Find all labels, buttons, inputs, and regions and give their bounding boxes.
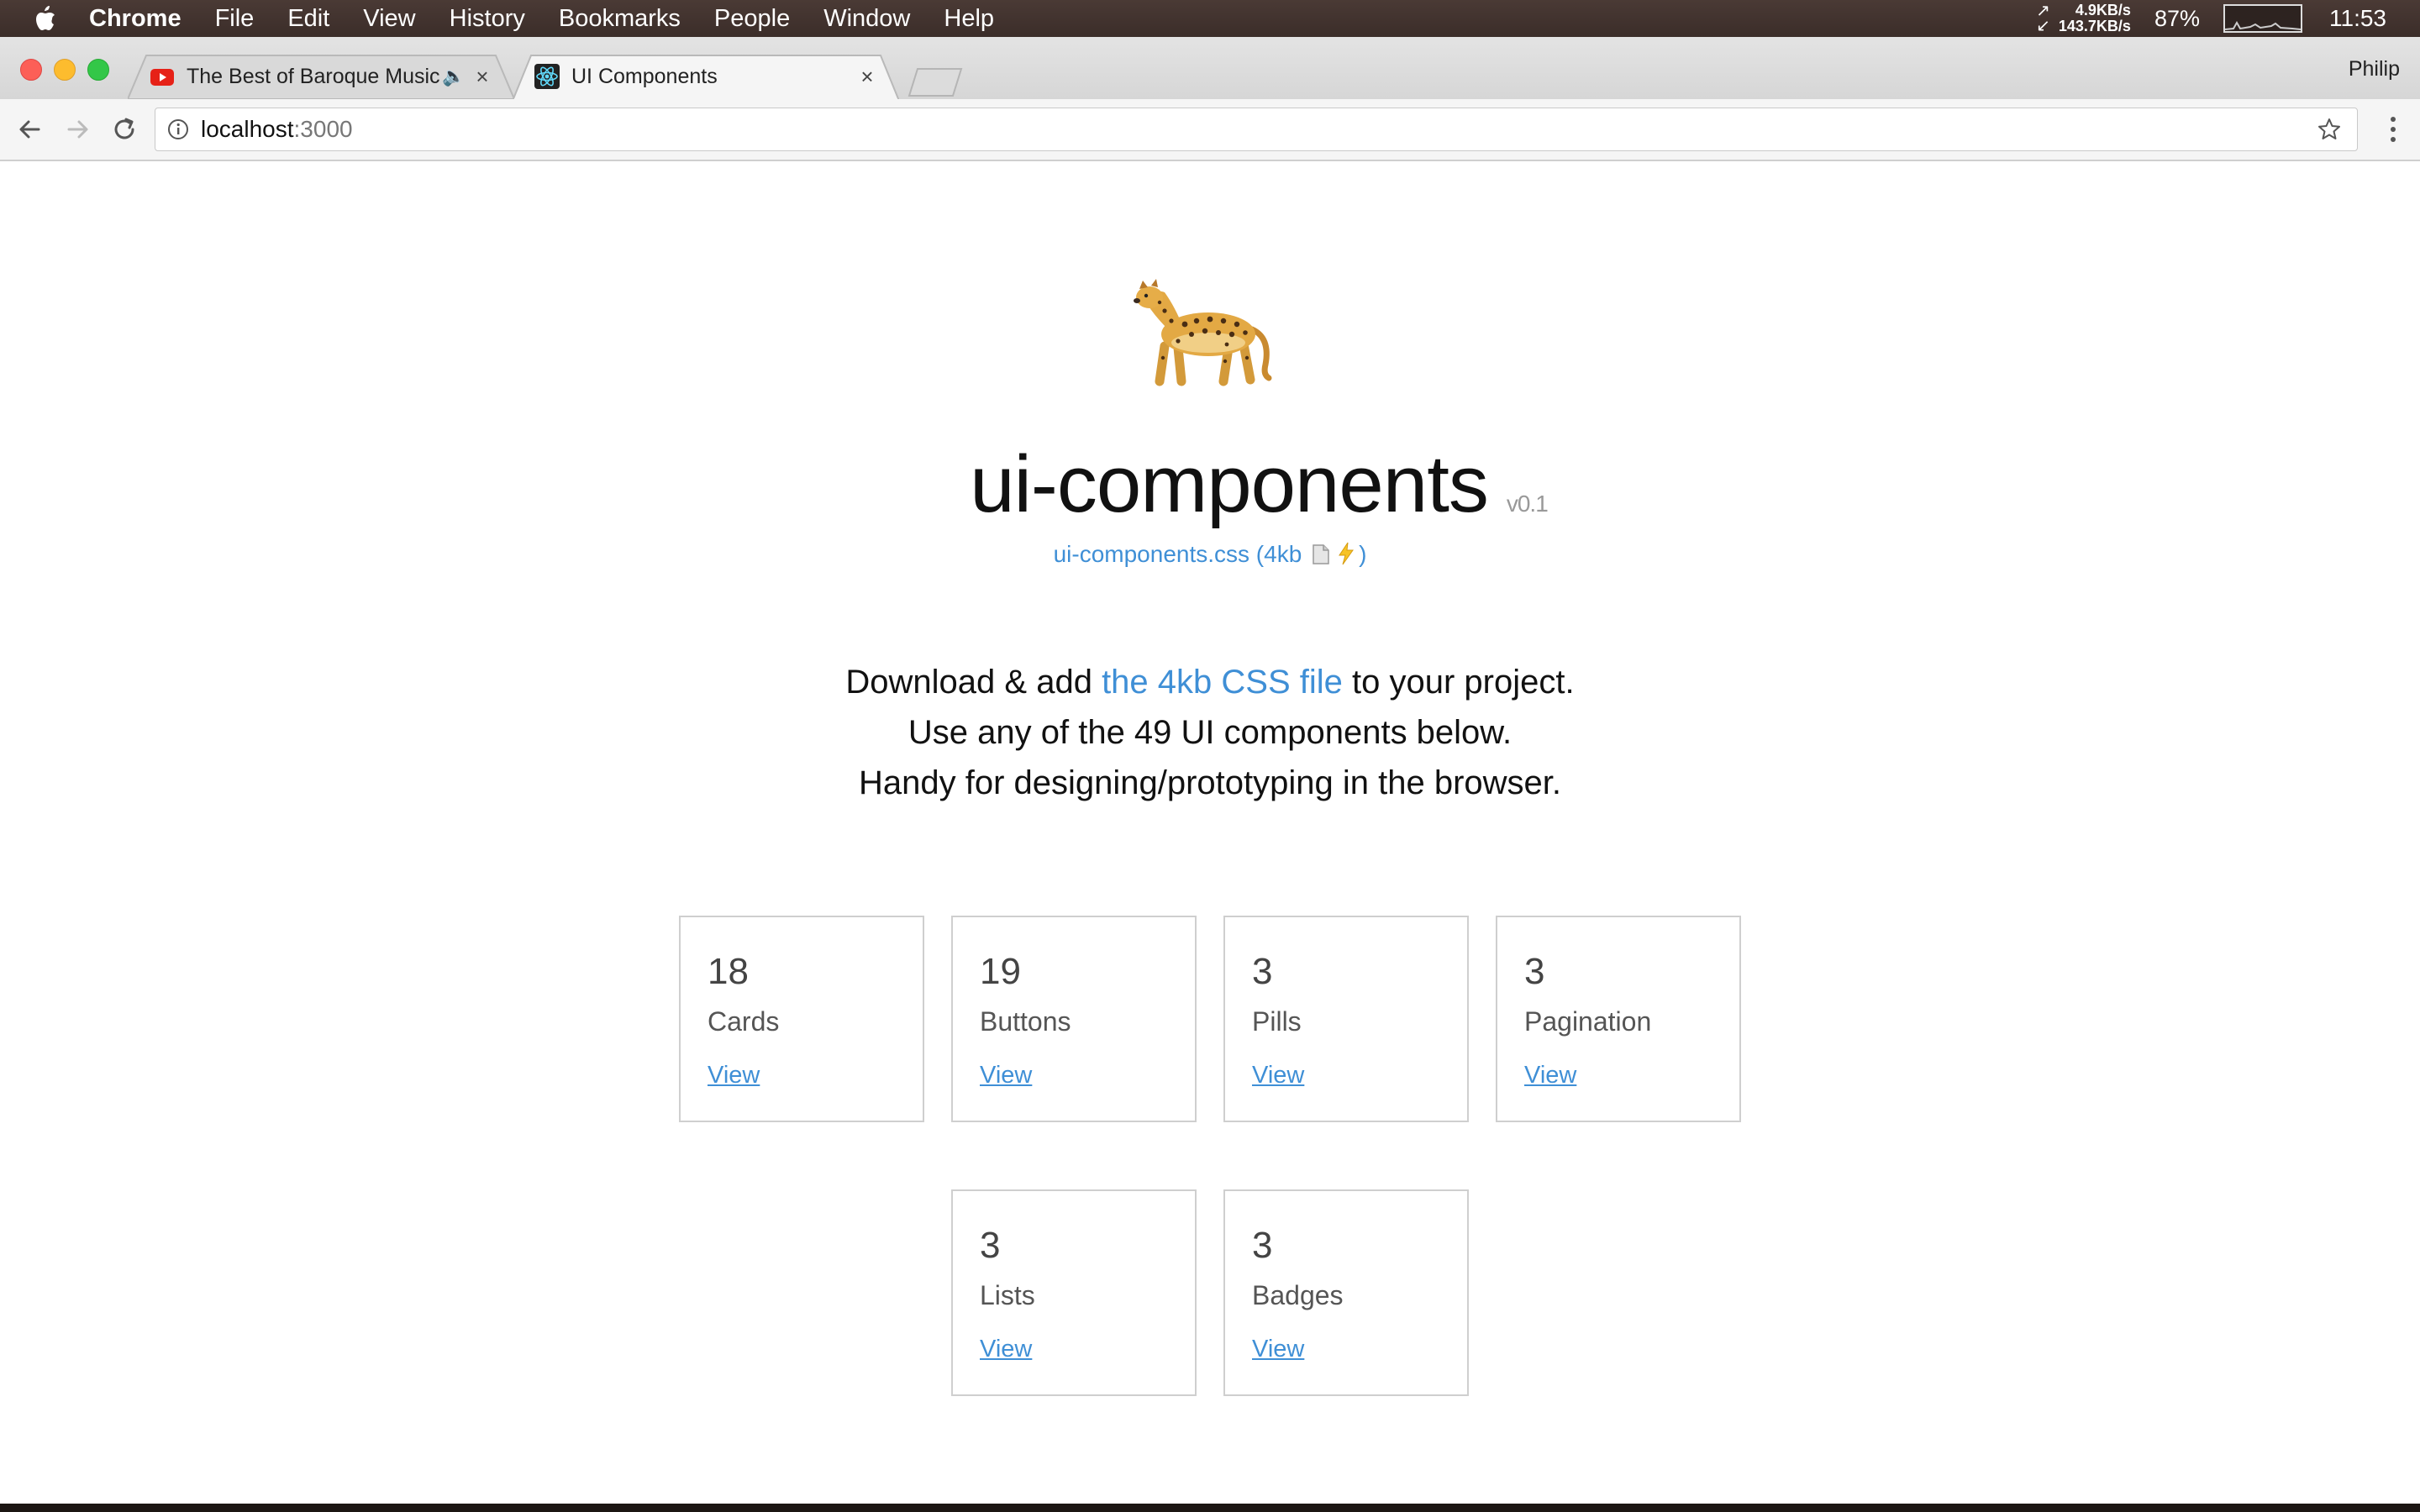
intro-text-after-link: to your project. — [1342, 664, 1575, 701]
card-count: 3 — [1252, 1225, 1273, 1266]
url-host: localhost — [201, 116, 294, 142]
card-count: 18 — [708, 951, 749, 992]
card-count: 3 — [1524, 951, 1545, 992]
minimize-window-button[interactable] — [54, 59, 76, 81]
component-card-cards: 18 Cards View — [679, 916, 924, 1122]
menu-window[interactable]: Window — [823, 5, 910, 33]
card-view-link[interactable]: View — [980, 1062, 1032, 1089]
close-tab-icon[interactable]: × — [855, 64, 879, 90]
card-count: 3 — [980, 1225, 1001, 1266]
card-label: Buttons — [980, 1006, 1071, 1037]
page-content: ui-components v0.1 ui-components.css (4kb… — [0, 161, 2420, 1504]
zoom-window-button[interactable] — [87, 59, 109, 81]
menu-edit[interactable]: Edit — [287, 5, 329, 33]
card-view-link[interactable]: View — [980, 1336, 1032, 1363]
back-arrow-icon[interactable] — [13, 113, 47, 146]
menu-file[interactable]: File — [215, 5, 255, 33]
lightning-icon — [1337, 542, 1355, 571]
net-download-speed: 143.7KB/s — [2058, 18, 2131, 34]
intro-text-before-link: Download & add — [845, 664, 1102, 701]
browser-toolbar: localhost:3000 — [0, 99, 2420, 161]
tab-baroque-music[interactable]: The Best of Baroque Music 🔈 × — [128, 54, 514, 99]
leopard-icon — [1134, 279, 1272, 386]
card-view-link[interactable]: View — [1252, 1062, 1304, 1089]
bookmark-star-icon[interactable] — [2317, 117, 2342, 142]
cpu-graph-icon[interactable] — [2223, 4, 2302, 33]
component-card-pills: 3 Pills View — [1223, 916, 1469, 1122]
new-tab-button[interactable] — [908, 67, 963, 97]
speaker-icon[interactable]: 🔈 — [442, 66, 466, 87]
card-label: Badges — [1252, 1280, 1344, 1310]
clock[interactable]: 11:53 — [2329, 5, 2386, 32]
forward-arrow-icon[interactable] — [60, 113, 94, 146]
menu-help[interactable]: Help — [944, 5, 994, 33]
menu-app-chrome[interactable]: Chrome — [89, 5, 182, 33]
page-title: ui-components v0.1 — [970, 439, 1549, 529]
tab-title: The Best of Baroque Music — [187, 64, 440, 88]
tab-strip: The Best of Baroque Music 🔈 × UI Compone… — [0, 37, 2420, 101]
chrome-window: The Best of Baroque Music 🔈 × UI Compone… — [0, 37, 2420, 1504]
macos-menubar: Chrome File Edit View History Bookmarks … — [0, 0, 2420, 37]
css-download-link[interactable]: ui-components.css (4kb ) — [0, 541, 2420, 571]
version-label: v0.1 — [1506, 491, 1549, 517]
card-count: 3 — [1252, 951, 1273, 992]
card-count: 19 — [980, 951, 1021, 992]
menu-kebab-icon[interactable] — [2388, 114, 2398, 144]
card-view-link[interactable]: View — [1252, 1336, 1304, 1363]
network-arrows-icon: ↗ ↙ — [2036, 2, 2050, 35]
url-port: :3000 — [293, 116, 353, 142]
reload-icon[interactable] — [108, 113, 141, 146]
network-monitor[interactable]: ↗ ↙ 4.9KB/s 143.7KB/s — [2036, 2, 2131, 35]
react-icon — [534, 64, 560, 89]
card-view-link[interactable]: View — [1524, 1062, 1576, 1089]
profile-name[interactable]: Philip — [2349, 57, 2400, 81]
component-card-pagination: 3 Pagination View — [1496, 916, 1741, 1122]
css-link-close: ) — [1359, 541, 1367, 567]
menu-bookmarks[interactable]: Bookmarks — [559, 5, 681, 33]
apple-logo-icon[interactable] — [32, 0, 66, 37]
card-label: Lists — [980, 1280, 1035, 1310]
css-link-text: ui-components.css (4kb — [1053, 541, 1302, 567]
css-file-link[interactable]: the 4kb CSS file — [1102, 664, 1343, 701]
status-area: ↗ ↙ 4.9KB/s 143.7KB/s 87% 11:53 — [2036, 0, 2420, 37]
tab-ui-components[interactable]: UI Components × — [513, 54, 899, 101]
menu-view[interactable]: View — [363, 5, 415, 33]
card-label: Pills — [1252, 1006, 1302, 1037]
intro-line-3: Handy for designing/prototyping in the b… — [858, 764, 1562, 801]
card-label: Pagination — [1524, 1006, 1652, 1037]
close-tab-icon[interactable]: × — [471, 64, 494, 90]
youtube-icon — [150, 64, 175, 89]
intro-line-2: Use any of the 49 UI components below. — [908, 714, 1512, 751]
component-card-lists: 3 Lists View — [951, 1189, 1197, 1396]
component-card-badges: 3 Badges View — [1223, 1189, 1469, 1396]
menu-history[interactable]: History — [450, 5, 525, 33]
tab-title: UI Components — [571, 64, 718, 88]
intro-line-1: Download & add the 4kb CSS file to your … — [0, 657, 2420, 707]
file-icon — [1312, 543, 1330, 571]
desktop-background — [0, 1504, 2420, 1512]
card-view-link[interactable]: View — [708, 1062, 760, 1089]
component-card-buttons: 19 Buttons View — [951, 916, 1197, 1122]
intro-text: Download & add the 4kb CSS file to your … — [0, 657, 2420, 808]
close-window-button[interactable] — [20, 59, 42, 81]
info-icon[interactable] — [167, 118, 189, 140]
battery-percentage[interactable]: 87% — [2154, 6, 2200, 32]
menu-people[interactable]: People — [714, 5, 790, 33]
card-label: Cards — [708, 1006, 780, 1037]
net-upload-speed: 4.9KB/s — [2075, 2, 2131, 18]
address-bar[interactable]: localhost:3000 — [155, 108, 2358, 151]
